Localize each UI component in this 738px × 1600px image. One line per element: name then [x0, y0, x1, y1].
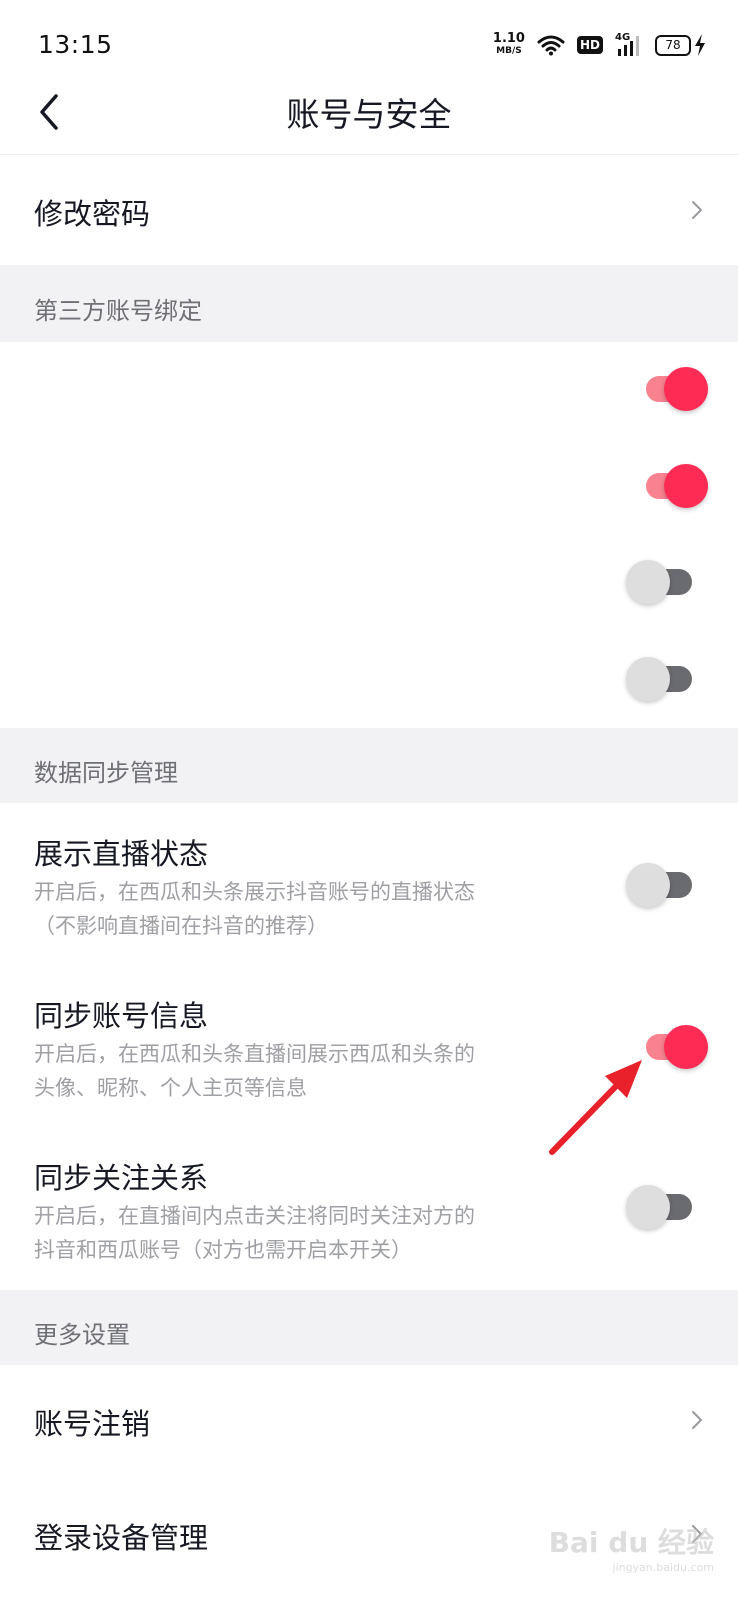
- watermark-url: jingyan.baidu.com: [612, 1561, 714, 1574]
- baidu-watermark: Bai du 经验 jingyan.baidu.com: [549, 1521, 714, 1574]
- annotation-arrow-icon: [549, 1060, 642, 1155]
- watermark-text: Bai du 经验: [548, 1526, 714, 1559]
